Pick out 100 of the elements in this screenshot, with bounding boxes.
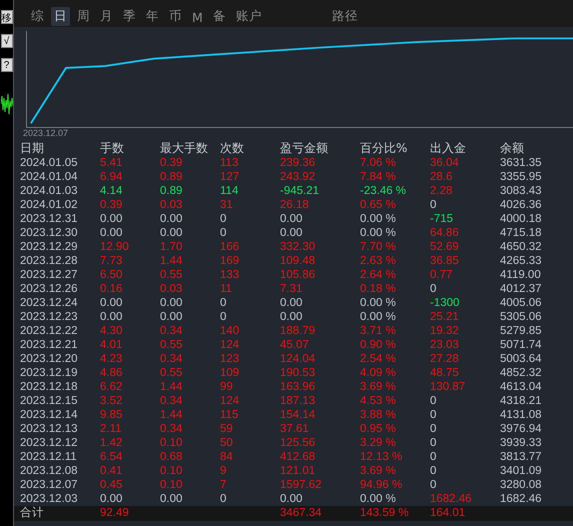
tab[interactable]: 月 <box>97 7 116 26</box>
column-header: 盈亏金额 <box>280 140 329 156</box>
table-cell-text: 4.01 <box>100 338 124 352</box>
tab[interactable]: 季 <box>120 7 139 26</box>
table-cell-text: 2023.12.24 <box>20 296 79 310</box>
table-cell-text: 4.53 % <box>360 394 397 408</box>
table-cell-text: 2023.12.21 <box>20 338 79 352</box>
tab[interactable]: 日 <box>51 7 70 26</box>
table-cell-text: 3.29 % <box>360 436 397 450</box>
table-cell-text: 7 <box>220 478 228 492</box>
table-cell-text: 0.41 <box>100 464 124 478</box>
table-cell-text: 3.71 % <box>360 324 397 338</box>
column-header: 百分比% <box>360 140 408 156</box>
table-cell-text: 0.00 % <box>360 492 397 506</box>
table-cell-text: 0.00 <box>100 492 124 506</box>
tab[interactable]: M <box>189 9 206 26</box>
table-cell-text: 1.70 <box>160 240 184 254</box>
table-cell-text: 123 <box>220 352 240 366</box>
table-cell-text: 2023.12.28 <box>20 254 79 268</box>
table-cell-text: 9 <box>220 464 228 478</box>
total-cell-text: 143.59 % <box>360 506 410 521</box>
tab[interactable]: 路径 <box>328 7 361 26</box>
table-cell-text: 169 <box>220 254 240 268</box>
table-cell-text: 12.13 % <box>360 450 404 464</box>
table-cell-text: 0.00 <box>160 296 184 310</box>
table-cell-text: 412.68 <box>280 450 316 464</box>
table-cell-text: 2023.12.31 <box>20 212 79 226</box>
side-button[interactable]: 移 <box>0 10 12 24</box>
tab[interactable]: 综 <box>28 7 47 26</box>
side-button[interactable]: ? <box>0 58 12 72</box>
total-label: 合计 <box>20 506 45 521</box>
table-cell-text: 0.00 <box>160 226 184 240</box>
table-cell-text: 2023.12.23 <box>20 310 79 324</box>
table-cell-text: 3939.33 <box>500 436 543 450</box>
table-cell-text: 0.00 % <box>360 296 397 310</box>
table-cell-text: 2.63 % <box>360 254 397 268</box>
table-cell-text: 0 <box>220 226 228 240</box>
table-cell-text: 36.85 <box>430 254 460 268</box>
table-cell-text: 109.48 <box>280 254 316 268</box>
table-cell-text: 187.13 <box>280 394 316 408</box>
table-cell-text: 2023.12.08 <box>20 464 79 478</box>
table-cell-text: 0 <box>220 296 228 310</box>
table-cell-text: 0.90 % <box>360 338 397 352</box>
table-cell-text: 2023.12.12 <box>20 436 79 450</box>
table-cell-text: 4318.21 <box>500 394 543 408</box>
table-cell-text: 2023.12.13 <box>20 422 79 436</box>
table-cell-text: 23.03 <box>430 338 460 352</box>
table-cell-text: -715 <box>430 212 454 226</box>
table-cell-text: 1.44 <box>160 408 184 422</box>
table-cell-text: 2024.01.02 <box>20 198 79 212</box>
table-cell-text: 190.53 <box>280 366 316 380</box>
table-cell-text: 5.41 <box>100 156 124 170</box>
table-cell-text: 12.90 <box>100 240 130 254</box>
table-cell-text: 4000.18 <box>500 212 543 226</box>
table-cell-text: 7.31 <box>280 282 304 296</box>
table-cell-text: 7.06 % <box>360 156 397 170</box>
table-cell-text: 5279.85 <box>500 324 543 338</box>
table-cell-text: 2023.12.07 <box>20 478 79 492</box>
table-cell-text: 140 <box>220 324 240 338</box>
tab[interactable]: 备 <box>210 7 229 26</box>
table-cell-text: 2024.01.04 <box>20 170 79 184</box>
table-cell-text: 0 <box>430 436 438 450</box>
table-cell-text: 0.34 <box>160 394 184 408</box>
tab[interactable]: 周 <box>74 7 93 26</box>
table-cell-text: 0.95 % <box>360 422 397 436</box>
table-cell-text: 4131.08 <box>500 408 543 422</box>
table-cell-text: 6.54 <box>100 450 124 464</box>
table-cell-text: 0.00 <box>100 212 124 226</box>
tab[interactable]: 币 <box>166 7 185 26</box>
table-cell-text: -23.46 % <box>360 184 408 198</box>
table-cell-text: 114 <box>220 184 240 198</box>
table-cell-text: 4.09 % <box>360 366 397 380</box>
table-cell-text: 84 <box>220 450 234 464</box>
table-cell-text: 0.55 <box>160 268 184 282</box>
table-cell-text: 0.03 <box>160 198 184 212</box>
table-cell-text: 2.28 <box>430 184 454 198</box>
tab[interactable]: 年 <box>143 7 162 26</box>
table-cell-text: 0.00 <box>160 492 184 506</box>
table-cell-text: 0.89 <box>160 170 184 184</box>
table-cell-text: 4.14 <box>100 184 124 198</box>
tab[interactable]: 账户 <box>232 7 265 26</box>
table-cell-text: 130.87 <box>430 380 466 394</box>
table-cell-text: -1300 <box>430 296 460 310</box>
column-header: 出入金 <box>430 140 467 156</box>
table-cell-text: 0.10 <box>160 464 184 478</box>
table-cell-text: 59 <box>220 422 234 436</box>
table-cell-text: 2.64 % <box>360 268 397 282</box>
side-button[interactable]: √ <box>0 34 12 48</box>
table-cell-text: 127 <box>220 170 240 184</box>
table-cell-text: 2023.12.27 <box>20 268 79 282</box>
total-cell-text: 164.01 <box>430 506 466 521</box>
table-cell-text: 4.86 <box>100 366 124 380</box>
table-cell-text: 0.89 <box>160 184 184 198</box>
table-cell-text: 0 <box>430 394 438 408</box>
table-cell-text: 4852.32 <box>500 366 543 380</box>
table-cell-text: 0 <box>430 478 438 492</box>
table-cell-text: 0.45 <box>100 478 124 492</box>
table-cell-text: 9.85 <box>100 408 124 422</box>
table-cell-text: 2023.12.26 <box>20 282 79 296</box>
table-cell-text: 3.52 <box>100 394 124 408</box>
